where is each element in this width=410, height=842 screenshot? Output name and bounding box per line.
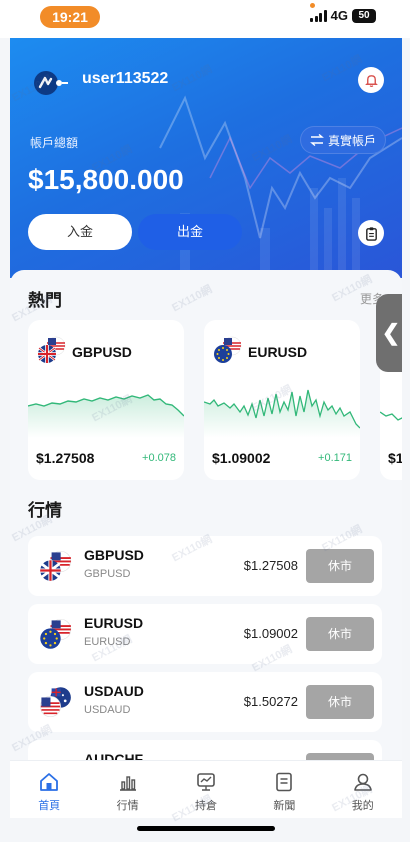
market-subtitle: USDAUD — [84, 704, 131, 716]
tab-home[interactable]: 首頁 — [14, 761, 84, 818]
deposit-button[interactable]: 入金 — [28, 214, 132, 250]
real-account-label: 真實帳戶 — [327, 133, 376, 148]
notification-button[interactable] — [358, 67, 384, 93]
tab-profile[interactable]: 我的 — [328, 761, 398, 818]
market-closed-button[interactable] — [306, 753, 374, 760]
market-symbol: AUDCHF — [84, 751, 144, 760]
hot-card-symbol: EURUSD — [248, 344, 308, 360]
username: user113522 — [82, 70, 169, 87]
hot-section-title: 熱門 — [28, 291, 62, 310]
hot-card[interactable]: EURUSD $1.09002 +0.171 — [204, 320, 360, 480]
user-icon — [353, 773, 372, 791]
gbp-usd-flag-icon — [40, 550, 72, 581]
home-indicator — [137, 826, 275, 831]
account-header: user113522 帳戶總額 $15,800.000 真實帳戶 入金 出金 — [10, 38, 402, 278]
monitor-icon — [197, 773, 215, 791]
market-section-title: 行情 — [28, 501, 62, 520]
chevron-left-icon: ❮ — [381, 320, 401, 345]
market-symbol: GBPUSD — [84, 547, 144, 563]
tab-positions[interactable]: 持倉 — [171, 761, 241, 818]
tab-news[interactable]: 新聞 — [249, 761, 319, 818]
user-avatar — [34, 71, 68, 95]
bar-chart-icon — [119, 776, 136, 791]
eur-usd-flag-icon — [214, 336, 242, 363]
network-type: 4G — [330, 8, 348, 23]
hot-card-price: $1 — [388, 450, 402, 466]
home-icon — [40, 773, 59, 791]
hot-card-price: $1.09002 — [212, 450, 271, 466]
tab-market[interactable]: 行情 — [93, 761, 163, 818]
market-row[interactable]: GBPUSD GBPUSD $1.27508 休市 — [28, 536, 382, 596]
market-subtitle: EURUSD — [84, 636, 131, 648]
market-price: $1.27508 — [243, 558, 298, 573]
hot-card-change: +0.171 — [318, 452, 352, 464]
bell-icon — [364, 74, 378, 87]
hot-card-symbol: GBPUSD — [72, 344, 132, 360]
tab-label: 新聞 — [273, 800, 296, 812]
market-closed-button[interactable]: 休市 — [306, 617, 374, 651]
hot-card[interactable]: GBPUSD $1.27508 +0.078 — [28, 320, 184, 480]
market-price: $1.09002 — [243, 626, 298, 641]
market-symbol: USDAUD — [84, 683, 144, 699]
price-sparkline — [380, 411, 402, 421]
hot-card-price: $1.27508 — [36, 450, 95, 466]
market-closed-button[interactable]: 休市 — [306, 685, 374, 719]
market-row[interactable]: AUDCHF — [28, 740, 382, 760]
market-closed-button[interactable]: 休市 — [306, 549, 374, 583]
market-price: $1.50272 — [243, 694, 298, 709]
account-total-label: 帳戶總額 — [30, 136, 79, 150]
signal-icon — [310, 9, 327, 22]
bottom-tab-bar: 首頁 行情 持倉 新聞 我的 — [10, 760, 402, 818]
market-row[interactable]: USDAUD USDAUD $1.50272 休市 — [28, 672, 382, 732]
battery-icon: 50 — [352, 8, 376, 23]
main-content: 熱門 更多 GBPUSD $1.27508 +0.078 EURUSD $1.0… — [10, 270, 402, 760]
tab-label: 持倉 — [194, 800, 217, 812]
tab-label: 我的 — [351, 800, 374, 812]
gbp-usd-flag-icon — [38, 336, 66, 363]
tab-label: 首頁 — [38, 800, 61, 812]
price-sparkline — [28, 394, 184, 438]
usd-aud-flag-icon — [39, 687, 71, 718]
market-symbol: EURUSD — [84, 615, 144, 631]
price-sparkline — [204, 389, 360, 438]
real-account-switch[interactable]: 真實帳戶 — [300, 126, 386, 154]
status-indicators: 4G 50 — [310, 8, 376, 23]
eur-usd-flag-icon — [40, 618, 72, 649]
status-time: 19:21 — [40, 6, 100, 28]
market-row[interactable]: EURUSD EURUSD $1.09002 休市 — [28, 604, 382, 664]
market-subtitle: GBPUSD — [84, 568, 131, 580]
status-bar: 19:21 4G 50 — [0, 0, 410, 38]
records-button[interactable] — [358, 220, 384, 246]
hot-card-change: +0.078 — [142, 452, 176, 464]
clipboard-icon — [365, 226, 377, 241]
app-screen: 19:21 4G 50 user113522 帳戶總額 $15,800.000 … — [0, 0, 410, 842]
side-drawer-tab[interactable]: ❮ — [376, 294, 402, 372]
account-balance: $15,800.000 — [28, 164, 184, 195]
tab-label: 行情 — [116, 800, 139, 812]
swap-icon — [310, 134, 324, 146]
withdraw-button[interactable]: 出金 — [138, 214, 242, 250]
document-icon — [276, 772, 293, 792]
